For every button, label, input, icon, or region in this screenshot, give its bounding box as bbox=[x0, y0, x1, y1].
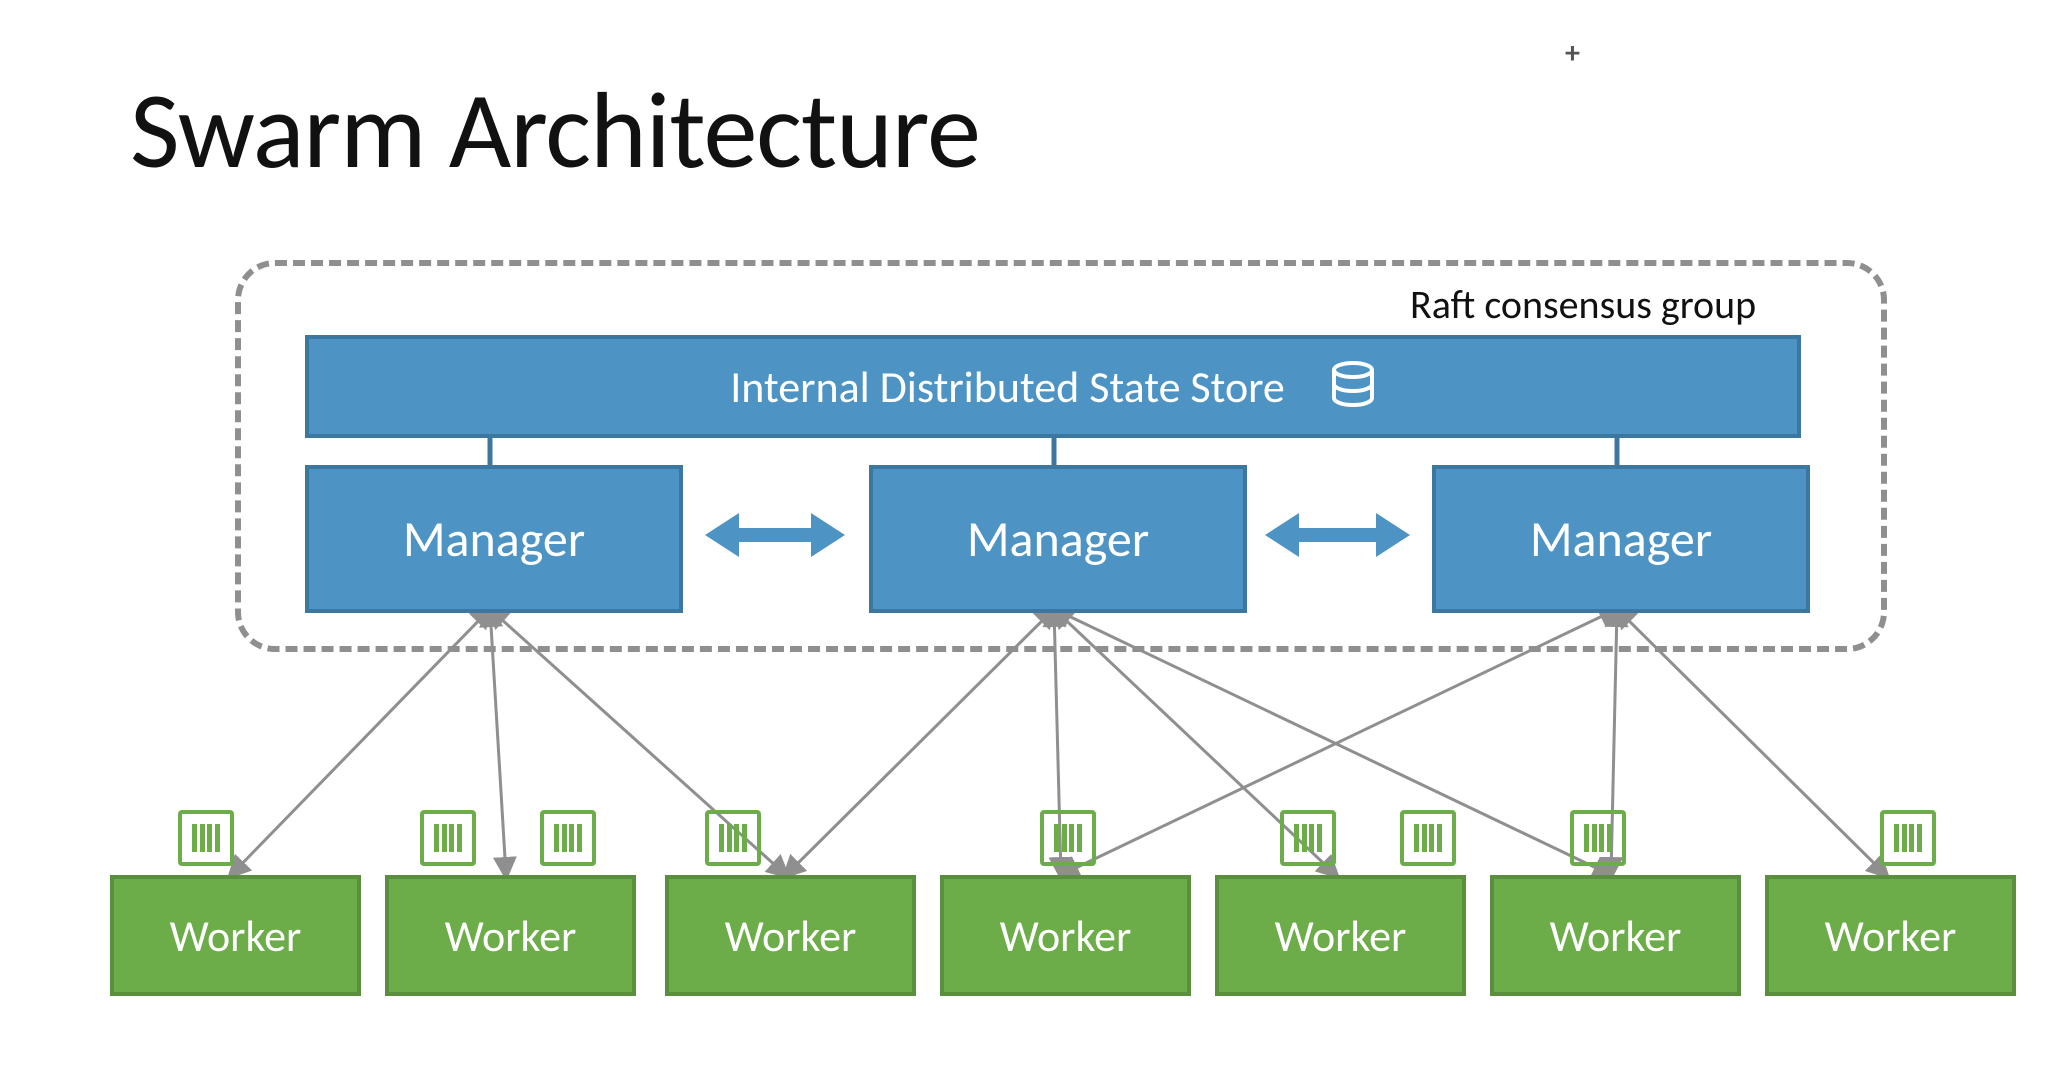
worker-node: Worker bbox=[1215, 875, 1466, 996]
container-icon bbox=[540, 810, 596, 866]
manager-node: Manager bbox=[869, 465, 1247, 613]
worker-node: Worker bbox=[1490, 875, 1741, 996]
slide-title: Swarm Architecture bbox=[130, 65, 980, 197]
container-icon bbox=[1880, 810, 1936, 866]
container-icon bbox=[1280, 810, 1336, 866]
worker-node: Worker bbox=[110, 875, 361, 996]
container-icon bbox=[1040, 810, 1096, 866]
worker-node: Worker bbox=[940, 875, 1191, 996]
worker-node: Worker bbox=[385, 875, 636, 996]
worker-node: Worker bbox=[665, 875, 916, 996]
manager-node: Manager bbox=[305, 465, 683, 613]
worker-node: Worker bbox=[1765, 875, 2016, 996]
state-store-label: Internal Distributed State Store bbox=[730, 360, 1285, 414]
database-icon bbox=[1330, 361, 1376, 413]
manager-node: Manager bbox=[1432, 465, 1810, 613]
cursor-icon: + bbox=[1565, 35, 1580, 72]
state-store-bar: Internal Distributed State Store bbox=[305, 335, 1801, 438]
slide: + Swarm Architecture Raft consensus grou… bbox=[0, 0, 2068, 1086]
container-icon bbox=[420, 810, 476, 866]
container-icon bbox=[1400, 810, 1456, 866]
container-icon bbox=[178, 810, 234, 866]
raft-group-label: Raft consensus group bbox=[1410, 280, 1756, 329]
container-icon bbox=[705, 810, 761, 866]
container-icon bbox=[1570, 810, 1626, 866]
